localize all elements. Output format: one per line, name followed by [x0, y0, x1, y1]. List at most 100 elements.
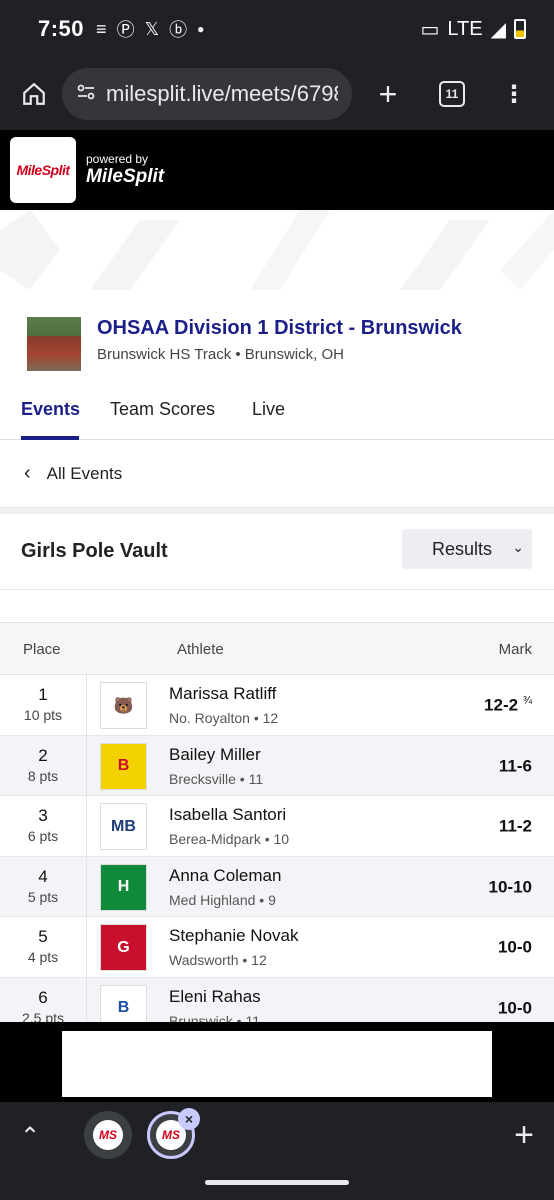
close-tab-icon[interactable]: ×	[178, 1108, 200, 1130]
meet-location: Brunswick HS Track • Brunswick, OH	[97, 346, 344, 363]
tab-switcher-button[interactable]: 11	[430, 72, 474, 116]
bottom-tab-strip: ⌃ MS MS × +	[0, 1102, 554, 1200]
table-header: Place Athlete Mark	[0, 623, 554, 675]
url-text[interactable]: milesplit.live/meets/6798	[106, 81, 338, 107]
athlete-team: Brecksville • 11	[169, 770, 264, 787]
network-label: LTE	[447, 17, 483, 40]
team-logo: B	[100, 984, 147, 1022]
athlete-team: Brunswick • 11	[169, 1012, 261, 1023]
table-row[interactable]: 3 6 pts MB Isabella Santori Berea-Midpark • …	[0, 796, 554, 857]
team-logo: B	[100, 742, 147, 790]
new-tab-icon[interactable]: +	[366, 72, 410, 116]
points: 8 pts	[27, 767, 59, 784]
athlete-name[interactable]: Bailey Miller	[169, 745, 261, 765]
browser-toolbar: milesplit.live/meets/6798 + 11 ⋮	[0, 58, 554, 130]
table-row[interactable]: 4 5 pts H Anna Coleman Med Highland • 9 10-10	[0, 856, 554, 917]
battery-icon	[514, 19, 526, 39]
mark-value: 11-6	[499, 756, 532, 777]
more-menu-icon[interactable]: ⋮	[492, 72, 536, 116]
mark-value: 12-2 ¾	[484, 695, 532, 716]
mark-text: 10-10	[488, 877, 532, 897]
tab-events[interactable]: Events	[21, 399, 80, 420]
mark-value: 10-10	[489, 877, 532, 898]
vibrate-icon: ▭	[420, 18, 440, 41]
tab-thumbnail[interactable]: MS	[84, 1111, 132, 1159]
place-cell: 2 8 pts	[0, 746, 86, 784]
place-cell: 1 10 pts	[0, 685, 86, 723]
team-logo-mark: B	[117, 999, 130, 1016]
dot-icon: ●	[197, 22, 205, 36]
powered-by: powered by MileSplit	[86, 152, 164, 188]
team-logo: G	[100, 924, 147, 971]
all-events-link[interactable]: ‹ All Events	[0, 440, 554, 508]
site-settings-icon[interactable]	[76, 82, 96, 107]
ad-banner[interactable]	[62, 1031, 492, 1097]
clock: 7:50	[38, 16, 85, 41]
meet-title[interactable]: OHSAA Division 1 District - Brunswick	[97, 317, 462, 340]
event-name: Girls Pole Vault	[21, 540, 168, 562]
all-events-label: All Events	[46, 463, 123, 483]
table-body: 1 10 pts 🐻 Marissa Ratliff No. Royalton • 12…	[0, 675, 554, 1022]
table-row[interactable]: 1 10 pts 🐻 Marissa Ratliff No. Royalton • 12…	[0, 675, 554, 736]
points: 6 pts	[27, 828, 59, 844]
powered-by-label: powered by	[86, 152, 149, 166]
team-logo: MB	[100, 803, 147, 850]
ad-area	[0, 1022, 554, 1102]
banner-pattern	[0, 210, 554, 290]
mark-fraction: ¾	[522, 695, 532, 707]
column-divider	[86, 675, 87, 735]
meet-tabs: Events Team Scores Live	[0, 395, 554, 440]
e-icon: ≡	[96, 18, 107, 39]
logo-text: MileSplit	[16, 162, 70, 178]
column-divider	[86, 856, 87, 916]
meet-thumbnail	[27, 317, 81, 371]
points: 10 pts	[23, 707, 63, 723]
tab-live[interactable]: Live	[252, 399, 285, 420]
team-logo: 🐻	[100, 682, 147, 729]
home-icon[interactable]	[12, 72, 56, 116]
place-cell: 6 2.5 pts	[0, 988, 86, 1023]
mark-text: 10-0	[497, 937, 532, 957]
header-place: Place	[23, 641, 61, 658]
add-tab-icon[interactable]: +	[514, 1116, 534, 1155]
athlete-name[interactable]: Stephanie Novak	[169, 926, 298, 946]
tab-favicon: MS	[93, 1120, 123, 1150]
site-header: MileSplit powered by MileSplit	[0, 130, 554, 210]
column-divider	[86, 796, 87, 856]
athlete-name[interactable]: Marissa Ratliff	[169, 684, 276, 704]
chevron-up-icon[interactable]: ⌃	[20, 1122, 40, 1151]
athlete-team: Berea-Midpark • 10	[169, 831, 290, 847]
milesplit-logo[interactable]: MileSplit	[10, 137, 76, 203]
b-icon: ⓑ	[169, 20, 188, 40]
address-bar[interactable]: milesplit.live/meets/6798	[62, 68, 352, 120]
place-number: 2	[38, 745, 48, 765]
tab-team-scores[interactable]: Team Scores	[110, 399, 215, 420]
meet-info: OHSAA Division 1 District - Brunswick Br…	[0, 290, 554, 440]
column-divider	[86, 977, 87, 1022]
athlete-name[interactable]: Anna Coleman	[169, 866, 281, 886]
view-select-value: Results	[432, 538, 493, 559]
table-row[interactable]: 6 2.5 pts B Eleni Rahas Brunswick • 11 10-0	[0, 977, 554, 1023]
column-divider	[86, 735, 87, 795]
athlete-name[interactable]: Eleni Rahas	[169, 987, 261, 1007]
table-row[interactable]: 2 8 pts B Bailey Miller Brecksville • 11 11-6	[0, 735, 554, 796]
chevron-down-icon: ⌄	[512, 539, 524, 555]
view-select[interactable]: Results ⌄	[402, 529, 532, 569]
powered-by-brand: MileSplit	[86, 166, 165, 187]
athlete-name[interactable]: Isabella Santori	[169, 805, 286, 825]
team-logo-mark: MB	[111, 817, 136, 835]
header-athlete: Athlete	[177, 641, 224, 658]
points: 5 pts	[27, 888, 59, 905]
team-logo: H	[100, 863, 147, 911]
points: 2.5 pts	[21, 1009, 65, 1023]
table-row[interactable]: 5 4 pts G Stephanie Novak Wadsworth • 12 10-0	[0, 917, 554, 978]
points: 4 pts	[27, 949, 59, 965]
header-mark: Mark	[498, 641, 532, 658]
tab-count: 11	[439, 81, 465, 107]
place-cell: 5 4 pts	[0, 927, 86, 965]
athlete-team: Wadsworth • 12	[169, 952, 267, 968]
chevron-left-icon: ‹	[24, 462, 31, 484]
place-number: 4	[38, 866, 48, 886]
signal-icon: ◢	[490, 18, 506, 41]
athlete-team: No. Royalton • 12	[169, 710, 279, 726]
